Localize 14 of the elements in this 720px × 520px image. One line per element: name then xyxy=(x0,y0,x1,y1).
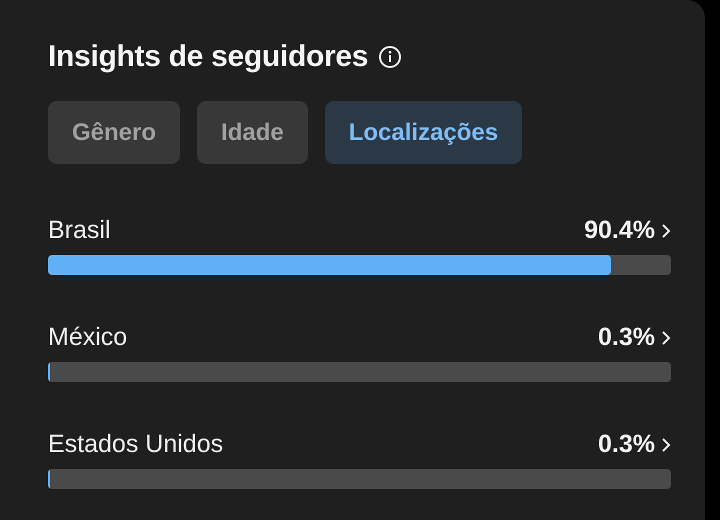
location-name: Brasil xyxy=(48,216,111,245)
location-name: Estados Unidos xyxy=(48,430,224,459)
chevron-icon[interactable] xyxy=(661,436,671,452)
percentage: 90.4% xyxy=(584,216,655,245)
percentage: 0.3% xyxy=(598,323,655,352)
card-title: Insights de seguidores xyxy=(48,40,368,74)
chevron-icon[interactable] xyxy=(661,330,671,346)
info-icon[interactable] xyxy=(378,45,402,69)
percentage: 0.3% xyxy=(598,430,655,459)
location-name: México xyxy=(48,323,128,352)
tab[interactable]: Gênero xyxy=(48,101,180,164)
tab[interactable]: Idade xyxy=(197,101,308,164)
tab[interactable]: Localizações xyxy=(324,101,522,164)
chevron-icon[interactable] xyxy=(661,222,671,238)
